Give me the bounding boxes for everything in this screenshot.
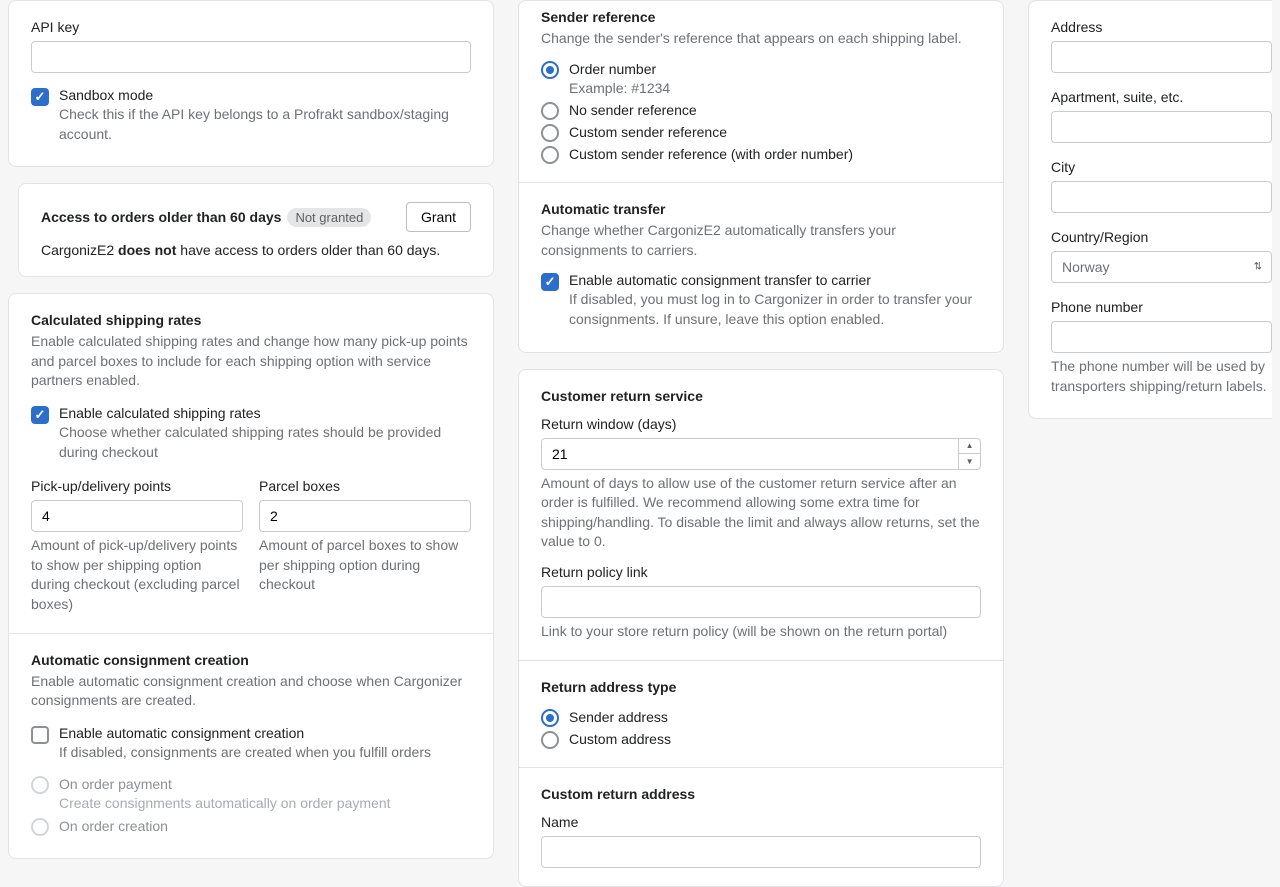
enable-auto-create-label: Enable automatic consignment creation: [59, 725, 471, 741]
sender-ref-custom-order-radio[interactable]: [541, 146, 559, 164]
access-title: Access to orders older than 60 days: [41, 209, 281, 225]
country-select[interactable]: Norway: [1051, 251, 1272, 283]
auto-transfer-help: If disabled, you must log in to Cargoniz…: [569, 290, 981, 329]
enable-auto-create-help: If disabled, consignments are created wh…: [59, 743, 471, 763]
city-input[interactable]: [1051, 181, 1272, 213]
auto-create-title: Automatic consignment creation: [31, 652, 471, 668]
pickup-input[interactable]: [31, 500, 243, 532]
phone-help: The phone number will be used by transpo…: [1051, 357, 1272, 396]
sandbox-label: Sandbox mode: [59, 87, 471, 103]
return-addr-type-title: Return address type: [541, 679, 981, 695]
api-key-input[interactable]: [31, 41, 471, 73]
parcel-label: Parcel boxes: [259, 478, 471, 494]
auto-transfer-checkbox[interactable]: [541, 273, 559, 291]
sender-ref-order-label: Order number: [569, 61, 981, 77]
enable-auto-create-checkbox[interactable]: [31, 726, 49, 744]
sender-ref-none-radio[interactable]: [541, 102, 559, 120]
on-creation-radio: [31, 818, 49, 836]
auto-transfer-title: Automatic transfer: [541, 201, 981, 217]
return-service-title: Customer return service: [541, 388, 981, 404]
on-payment-help: Create consignments automatically on ord…: [59, 794, 471, 814]
sender-ref-title: Sender reference: [541, 9, 981, 25]
auto-transfer-label: Enable automatic consignment transfer to…: [569, 272, 981, 288]
sandbox-help: Check this if the API key belongs to a P…: [59, 105, 471, 144]
enable-rates-help: Choose whether calculated shipping rates…: [59, 423, 471, 462]
apartment-label: Apartment, suite, etc.: [1051, 89, 1272, 105]
return-addr-sender-label: Sender address: [569, 709, 981, 725]
on-creation-label: On order creation: [59, 818, 471, 834]
sender-ref-none-label: No sender reference: [569, 102, 981, 118]
custom-return-name-label: Name: [541, 814, 981, 830]
apartment-input[interactable]: [1051, 111, 1272, 143]
sender-ref-custom-label: Custom sender reference: [569, 124, 981, 140]
sandbox-checkbox[interactable]: [31, 88, 49, 106]
return-window-help: Amount of days to allow use of the custo…: [541, 474, 981, 552]
address-input[interactable]: [1051, 41, 1272, 73]
chevron-down-icon[interactable]: ▼: [959, 454, 980, 469]
return-policy-help: Link to your store return policy (will b…: [541, 622, 981, 642]
sender-ref-custom-order-label: Custom sender reference (with order numb…: [569, 146, 981, 162]
sender-transfer-card: Sender reference Change the sender's ref…: [518, 0, 1004, 353]
address-card: Address Apartment, suite, etc. City Coun…: [1028, 0, 1272, 419]
grant-button[interactable]: Grant: [406, 202, 471, 232]
parcel-input[interactable]: [259, 500, 471, 532]
on-payment-radio: [31, 776, 49, 794]
return-addr-custom-radio[interactable]: [541, 731, 559, 749]
rates-card: Calculated shipping rates Enable calcula…: [8, 293, 494, 859]
chevron-up-icon[interactable]: ▲: [959, 439, 980, 455]
auto-transfer-subtitle: Change whether CargonizE2 automatically …: [541, 221, 981, 260]
return-card: Customer return service Return window (d…: [518, 369, 1004, 887]
address-label: Address: [1051, 19, 1272, 35]
pickup-label: Pick-up/delivery points: [31, 478, 243, 494]
return-window-input[interactable]: [541, 438, 981, 470]
return-addr-custom-label: Custom address: [569, 731, 981, 747]
rates-title: Calculated shipping rates: [31, 312, 471, 328]
city-label: City: [1051, 159, 1272, 175]
return-window-spinner[interactable]: ▲▼: [958, 439, 980, 469]
phone-input[interactable]: [1051, 321, 1272, 353]
sender-ref-order-radio[interactable]: [541, 61, 559, 79]
api-key-label: API key: [31, 19, 471, 35]
on-payment-label: On order payment: [59, 776, 471, 792]
custom-return-name-input[interactable]: [541, 836, 981, 868]
rates-subtitle: Enable calculated shipping rates and cha…: [31, 332, 471, 391]
return-policy-label: Return policy link: [541, 564, 981, 580]
custom-return-title: Custom return address: [541, 786, 981, 802]
parcel-help: Amount of parcel boxes to show per shipp…: [259, 536, 471, 595]
auto-create-subtitle: Enable automatic consignment creation an…: [31, 672, 471, 711]
return-window-label: Return window (days): [541, 416, 981, 432]
enable-rates-label: Enable calculated shipping rates: [59, 405, 471, 421]
phone-label: Phone number: [1051, 299, 1272, 315]
country-label: Country/Region: [1051, 229, 1272, 245]
sender-ref-order-help: Example: #1234: [569, 79, 981, 99]
enable-rates-checkbox[interactable]: [31, 406, 49, 424]
access-text: CargonizE2 does not have access to order…: [41, 242, 471, 258]
return-policy-input[interactable]: [541, 586, 981, 618]
api-key-card: API key Sandbox mode Check this if the A…: [8, 0, 494, 167]
pickup-help: Amount of pick-up/delivery points to sho…: [31, 536, 243, 614]
sender-ref-subtitle: Change the sender's reference that appea…: [541, 29, 981, 49]
access-badge: Not granted: [287, 208, 371, 227]
return-addr-sender-radio[interactable]: [541, 709, 559, 727]
access-card: Access to orders older than 60 days Not …: [18, 183, 494, 277]
sender-ref-custom-radio[interactable]: [541, 124, 559, 142]
